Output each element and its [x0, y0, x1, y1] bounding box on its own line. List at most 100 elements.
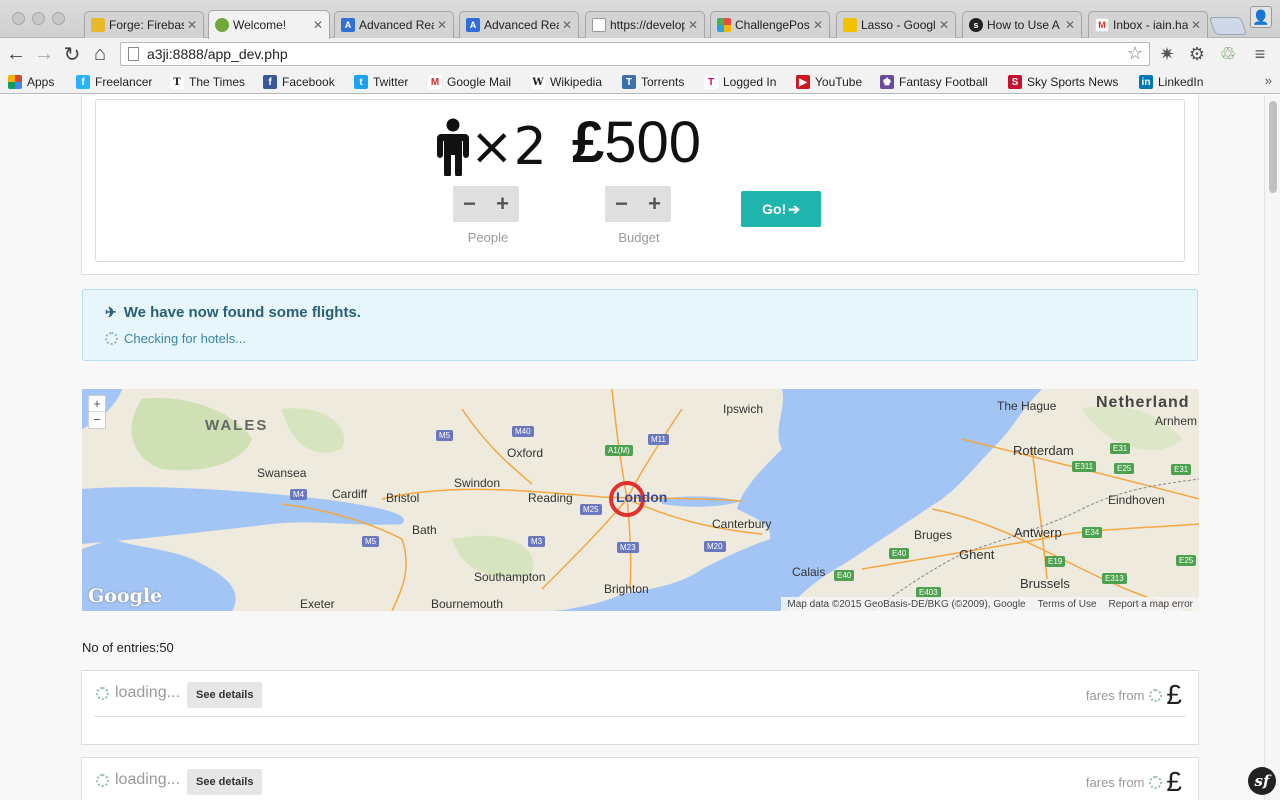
- window-zoom-button[interactable]: [52, 12, 65, 25]
- budget-decrement-button[interactable]: −: [605, 186, 638, 222]
- bookmark-fantasy-football[interactable]: ♚ Fantasy Football: [880, 73, 988, 91]
- map-label-swansea: Swansea: [257, 466, 307, 480]
- bookmark-linkedin[interactable]: in LinkedIn: [1139, 73, 1203, 91]
- close-icon[interactable]: ✕: [562, 18, 572, 32]
- person-icon: [437, 118, 469, 176]
- people-display: ×2: [436, 118, 547, 176]
- bookmark-label: Wikipedia: [550, 75, 603, 89]
- bookmark-freelancer[interactable]: f Freelancer: [76, 73, 152, 91]
- road-label: M20: [704, 541, 726, 552]
- bookmark-apps[interactable]: Apps: [8, 73, 54, 91]
- map-label-wales: WALES: [205, 417, 269, 434]
- fare-currency: £: [1166, 679, 1182, 710]
- result-card: loading... See details fares from £: [81, 670, 1199, 745]
- browser-tab-strip: Forge: Firebase ✕ Welcome! ✕ A Advanced …: [0, 0, 1280, 39]
- map-label-exeter: Exeter: [300, 597, 335, 611]
- scrollbar-thumb[interactable]: [1269, 101, 1277, 193]
- zoom-in-button[interactable]: +: [89, 396, 105, 412]
- browser-tab[interactable]: A Advanced React ✕: [459, 11, 579, 38]
- bookmark-logged-in[interactable]: T Logged In: [704, 73, 776, 91]
- browser-tab[interactable]: Forge: Firebase ✕: [84, 11, 204, 38]
- menu-icon[interactable]: ≡: [1248, 42, 1272, 66]
- bookmark-youtube[interactable]: ▶ YouTube: [796, 73, 862, 91]
- window-minimize-button[interactable]: [32, 12, 45, 25]
- close-icon[interactable]: ✕: [1191, 18, 1201, 32]
- close-icon[interactable]: ✕: [939, 18, 949, 32]
- status-alert: ✈ We have now found some flights. Checki…: [82, 289, 1198, 361]
- browser-tab[interactable]: Lasso - Google ✕: [836, 11, 956, 38]
- see-details-button[interactable]: See details: [187, 682, 263, 708]
- close-icon[interactable]: ✕: [1065, 18, 1075, 32]
- gmail-icon: M: [1095, 18, 1109, 32]
- fare-currency: £: [1166, 766, 1182, 797]
- arrow-right-icon: ➔: [788, 200, 800, 217]
- close-icon[interactable]: ✕: [813, 18, 823, 32]
- gear-icon[interactable]: ⚙: [1185, 42, 1209, 66]
- bookmark-torrents[interactable]: T Torrents: [622, 73, 684, 91]
- extension-icon[interactable]: ✷: [1155, 42, 1179, 66]
- bookmark-twitter[interactable]: t Twitter: [354, 73, 408, 91]
- bookmark-facebook[interactable]: f Facebook: [263, 73, 335, 91]
- close-icon[interactable]: ✕: [437, 18, 447, 32]
- page-scrollbar[interactable]: [1264, 95, 1280, 800]
- address-bar[interactable]: a3ji:8888/app_dev.php ☆: [120, 42, 1150, 66]
- loading-text: loading...: [115, 684, 180, 701]
- browser-tab[interactable]: s How to Use A ✕: [962, 11, 1082, 38]
- close-icon[interactable]: ✕: [688, 18, 698, 32]
- road-label: E25: [1176, 555, 1197, 566]
- reload-icon[interactable]: ↻: [60, 42, 84, 66]
- map[interactable]: WALES Netherland The Hague Arnhem Ipswic…: [82, 389, 1199, 611]
- bookmark-the-times[interactable]: T The Times: [170, 73, 245, 91]
- new-tab-button[interactable]: [1208, 17, 1248, 35]
- browser-tab-active[interactable]: Welcome! ✕: [208, 10, 330, 39]
- people-decrement-button[interactable]: −: [453, 186, 486, 222]
- star-icon[interactable]: ☆: [1127, 43, 1143, 64]
- react-icon: A: [341, 18, 355, 32]
- browser-tab[interactable]: ChallengePost ✕: [710, 11, 830, 38]
- terms-link[interactable]: Terms of Use: [1032, 599, 1103, 610]
- alert-title: We have now found some flights.: [123, 304, 361, 321]
- browser-tab[interactable]: M Inbox - iain.ha ✕: [1088, 11, 1208, 38]
- map-label-bruges: Bruges: [914, 528, 953, 542]
- back-icon[interactable]: ←: [4, 42, 28, 66]
- report-map-error-link[interactable]: Report a map error: [1103, 599, 1199, 610]
- bookmark-google-mail[interactable]: M Google Mail: [428, 73, 511, 91]
- budget-display: £500: [572, 114, 701, 172]
- result-status: loading...: [96, 684, 180, 702]
- chevron-right-icon[interactable]: »: [1265, 73, 1272, 88]
- search-form: ×2 £500 − + People − + Budget Go! ➔: [95, 99, 1185, 262]
- browser-tab[interactable]: A Advanced React ✕: [334, 11, 454, 38]
- browser-tab[interactable]: https://developer ✕: [585, 11, 705, 38]
- globe-icon: [215, 18, 229, 32]
- slides-icon: [843, 18, 857, 32]
- go-button[interactable]: Go! ➔: [741, 191, 821, 227]
- premier-league-icon: ♚: [880, 75, 894, 89]
- zoom-out-button[interactable]: −: [89, 412, 105, 428]
- symfony-toolbar-icon[interactable]: sf: [1248, 767, 1276, 795]
- see-details-button[interactable]: See details: [187, 769, 263, 795]
- freelancer-icon: f: [76, 75, 90, 89]
- spinner-icon: [96, 773, 109, 787]
- recycle-icon[interactable]: ♲: [1216, 42, 1240, 66]
- map-label-southampton: Southampton: [474, 570, 546, 584]
- profile-icon[interactable]: 👤: [1250, 6, 1272, 28]
- close-icon[interactable]: ✕: [313, 18, 323, 32]
- close-icon[interactable]: ✕: [187, 18, 197, 32]
- go-label: Go!: [762, 201, 787, 217]
- road-label: M11: [648, 434, 669, 445]
- wikipedia-icon: W: [531, 75, 545, 89]
- page-icon: [128, 47, 139, 61]
- road-label: M23: [617, 542, 639, 553]
- forward-icon[interactable]: →: [32, 42, 56, 66]
- bookmark-label: Sky Sports News: [1027, 75, 1119, 89]
- road-label: E40: [889, 548, 910, 559]
- react-icon: A: [466, 18, 480, 32]
- bookmark-sky-sports-news[interactable]: S Sky Sports News: [1008, 73, 1118, 91]
- map-label-calais: Calais: [792, 565, 826, 579]
- home-icon[interactable]: ⌂: [88, 42, 112, 66]
- people-stepper: − +: [453, 186, 519, 222]
- bookmark-wikipedia[interactable]: W Wikipedia: [531, 73, 602, 91]
- budget-increment-button[interactable]: +: [638, 186, 671, 222]
- window-close-button[interactable]: [12, 12, 25, 25]
- people-increment-button[interactable]: +: [486, 186, 519, 222]
